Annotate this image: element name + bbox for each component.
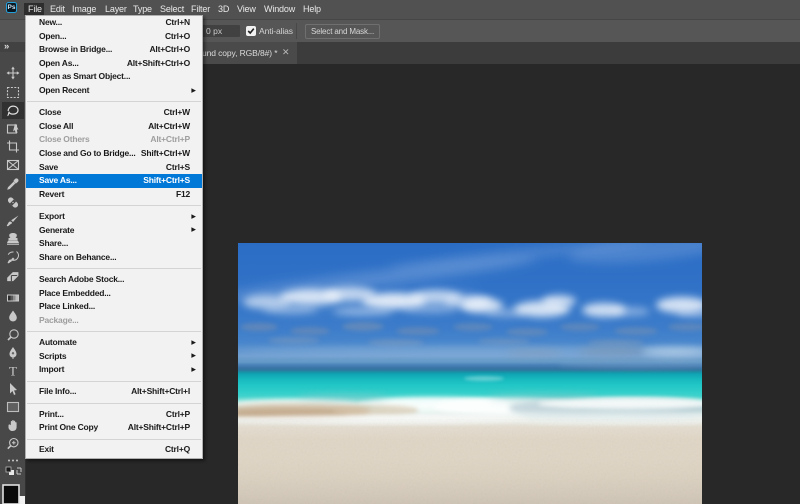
svg-text:T: T xyxy=(9,364,17,379)
